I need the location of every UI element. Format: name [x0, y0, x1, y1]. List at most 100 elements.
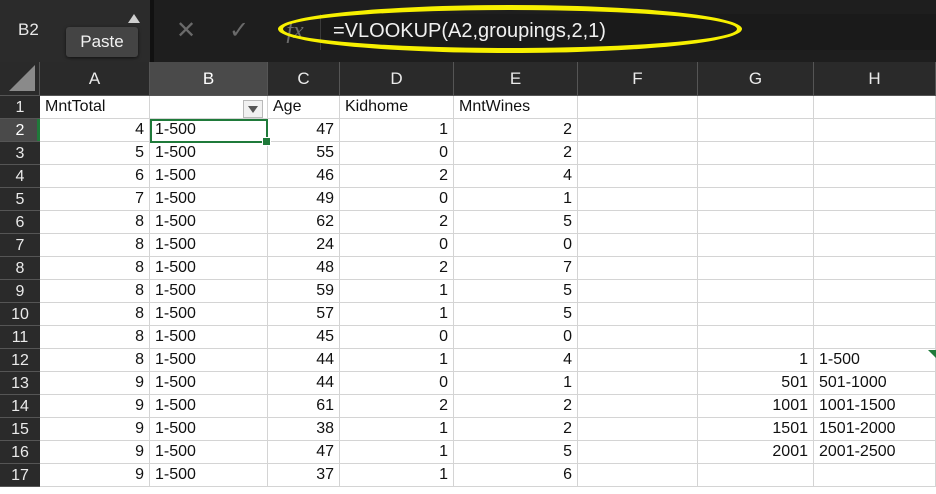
cell-h11[interactable] [814, 326, 936, 349]
row-header-2[interactable]: 2 [0, 119, 40, 142]
cell-d7[interactable]: 0 [340, 234, 454, 257]
cell-h8[interactable] [814, 257, 936, 280]
cell-h1[interactable] [814, 96, 936, 119]
cell-c9[interactable]: 59 [268, 280, 340, 303]
cell-b16[interactable]: 1-500 [150, 441, 268, 464]
cell-d10[interactable]: 1 [340, 303, 454, 326]
cell-a17[interactable]: 9 [40, 464, 150, 487]
cell-b4[interactable]: 1-500 [150, 165, 268, 188]
cell-e12[interactable]: 4 [454, 349, 578, 372]
cell-h7[interactable] [814, 234, 936, 257]
cell-b12[interactable]: 1-500 [150, 349, 268, 372]
cell-h17[interactable] [814, 464, 936, 487]
cell-h13[interactable]: 501-1000 [814, 372, 936, 395]
cell-a9[interactable]: 8 [40, 280, 150, 303]
select-all-button[interactable] [0, 62, 40, 96]
cell-d15[interactable]: 1 [340, 418, 454, 441]
cell-f15[interactable] [578, 418, 698, 441]
cell-f13[interactable] [578, 372, 698, 395]
cell-b6[interactable]: 1-500 [150, 211, 268, 234]
column-header-a[interactable]: A [40, 62, 150, 96]
cell-g4[interactable] [698, 165, 814, 188]
row-header-12[interactable]: 12 [0, 349, 40, 372]
cell-h3[interactable] [814, 142, 936, 165]
cell-c14[interactable]: 61 [268, 395, 340, 418]
cell-f2[interactable] [578, 119, 698, 142]
cell-g6[interactable] [698, 211, 814, 234]
cell-f4[interactable] [578, 165, 698, 188]
cell-e3[interactable]: 2 [454, 142, 578, 165]
cell-a5[interactable]: 7 [40, 188, 150, 211]
row-header-17[interactable]: 17 [0, 464, 40, 487]
cell-b7[interactable]: 1-500 [150, 234, 268, 257]
cell-e13[interactable]: 1 [454, 372, 578, 395]
cell-c12[interactable]: 44 [268, 349, 340, 372]
cell-b9[interactable]: 1-500 [150, 280, 268, 303]
cell-b8[interactable]: 1-500 [150, 257, 268, 280]
cell-b17[interactable]: 1-500 [150, 464, 268, 487]
cell-c6[interactable]: 62 [268, 211, 340, 234]
cell-f6[interactable] [578, 211, 698, 234]
cell-h14[interactable]: 1001-1500 [814, 395, 936, 418]
cell-c8[interactable]: 48 [268, 257, 340, 280]
cell-c7[interactable]: 24 [268, 234, 340, 257]
column-header-g[interactable]: G [698, 62, 814, 96]
column-header-d[interactable]: D [340, 62, 454, 96]
cell-e10[interactable]: 5 [454, 303, 578, 326]
cell-g11[interactable] [698, 326, 814, 349]
cell-e11[interactable]: 0 [454, 326, 578, 349]
cell-f9[interactable] [578, 280, 698, 303]
cell-f3[interactable] [578, 142, 698, 165]
cell-a15[interactable]: 9 [40, 418, 150, 441]
cell-b2[interactable]: 1-500 [150, 119, 268, 142]
row-header-4[interactable]: 4 [0, 165, 40, 188]
column-header-f[interactable]: F [578, 62, 698, 96]
cell-a2[interactable]: 4 [40, 119, 150, 142]
cell-a7[interactable]: 8 [40, 234, 150, 257]
cell-c11[interactable]: 45 [268, 326, 340, 349]
cell-h16[interactable]: 2001-2500 [814, 441, 936, 464]
name-box-dropdown-icon[interactable] [128, 14, 140, 23]
column-header-b[interactable]: B [150, 62, 268, 96]
cell-e16[interactable]: 5 [454, 441, 578, 464]
checkmark-icon[interactable]: ✓ [226, 18, 252, 44]
cell-a16[interactable]: 9 [40, 441, 150, 464]
cell-h15[interactable]: 1501-2000 [814, 418, 936, 441]
column-header-e[interactable]: E [454, 62, 578, 96]
cell-e8[interactable]: 7 [454, 257, 578, 280]
cell-e9[interactable]: 5 [454, 280, 578, 303]
cell-d12[interactable]: 1 [340, 349, 454, 372]
cell-f1[interactable] [578, 96, 698, 119]
cell-h12[interactable]: 1-500 [814, 349, 936, 372]
cell-d2[interactable]: 1 [340, 119, 454, 142]
cell-a6[interactable]: 8 [40, 211, 150, 234]
cell-f7[interactable] [578, 234, 698, 257]
cell-e4[interactable]: 4 [454, 165, 578, 188]
cell-f12[interactable] [578, 349, 698, 372]
cell-f14[interactable] [578, 395, 698, 418]
cell-b10[interactable]: 1-500 [150, 303, 268, 326]
cell-g5[interactable] [698, 188, 814, 211]
cell-b5[interactable]: 1-500 [150, 188, 268, 211]
cell-b14[interactable]: 1-500 [150, 395, 268, 418]
cell-f11[interactable] [578, 326, 698, 349]
cell-h10[interactable] [814, 303, 936, 326]
cell-d13[interactable]: 0 [340, 372, 454, 395]
cell-g15[interactable]: 1501 [698, 418, 814, 441]
row-header-13[interactable]: 13 [0, 372, 40, 395]
cell-c10[interactable]: 57 [268, 303, 340, 326]
cell-f17[interactable] [578, 464, 698, 487]
cell-h6[interactable] [814, 211, 936, 234]
cell-a11[interactable]: 8 [40, 326, 150, 349]
cell-g14[interactable]: 1001 [698, 395, 814, 418]
cell-f5[interactable] [578, 188, 698, 211]
cell-e2[interactable]: 2 [454, 119, 578, 142]
cell-c15[interactable]: 38 [268, 418, 340, 441]
cell-c2[interactable]: 47 [268, 119, 340, 142]
cell-d14[interactable]: 2 [340, 395, 454, 418]
cell-g3[interactable] [698, 142, 814, 165]
cell-g17[interactable] [698, 464, 814, 487]
column-header-c[interactable]: C [268, 62, 340, 96]
cell-d16[interactable]: 1 [340, 441, 454, 464]
cell-c3[interactable]: 55 [268, 142, 340, 165]
